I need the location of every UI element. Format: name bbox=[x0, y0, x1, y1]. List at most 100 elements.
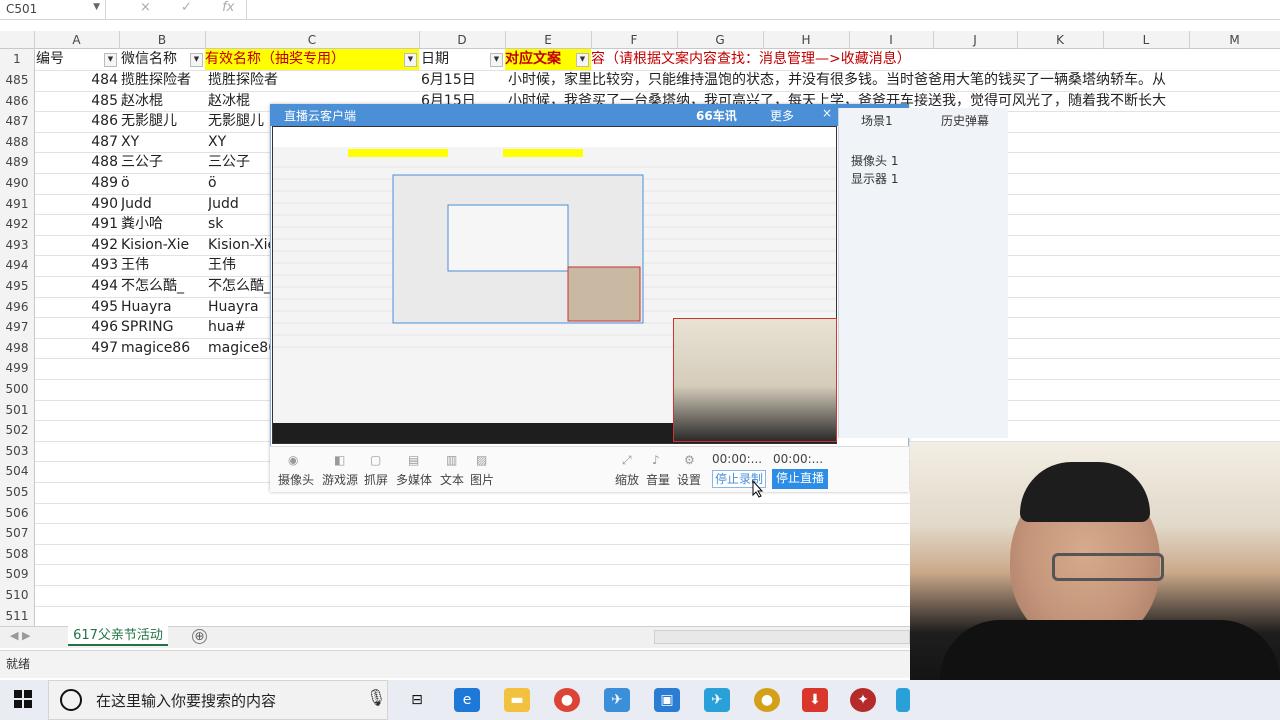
cortana-icon[interactable] bbox=[60, 689, 82, 711]
app-icon-red[interactable]: ✦ bbox=[850, 688, 876, 712]
cell-wechat-name[interactable]: 不怎么酷_ bbox=[121, 276, 205, 297]
cell-id[interactable]: 485 bbox=[34, 91, 120, 112]
cell-id[interactable] bbox=[34, 503, 120, 524]
cell-wechat-name[interactable]: SPRING bbox=[121, 317, 205, 338]
column-header-a[interactable]: A bbox=[34, 31, 120, 49]
cell-wechat-name[interactable]: 无影腿儿 bbox=[121, 111, 205, 132]
row-number[interactable]: 496 bbox=[0, 296, 35, 318]
cell-valid-name[interactable] bbox=[208, 606, 418, 627]
control-text[interactable]: 文本 bbox=[440, 471, 464, 488]
cell-wechat-name[interactable]: 赵冰棍 bbox=[121, 91, 205, 112]
control-image[interactable]: 图片 bbox=[470, 471, 494, 488]
column-header-m[interactable]: M bbox=[1189, 31, 1280, 49]
cell-id[interactable] bbox=[34, 420, 120, 441]
app-icon-coin[interactable]: ● bbox=[754, 688, 780, 712]
stop-live-button[interactable]: 停止直播 bbox=[772, 469, 828, 489]
cell-date[interactable] bbox=[421, 503, 505, 524]
cell-valid-name[interactable] bbox=[208, 523, 418, 544]
cell-id[interactable] bbox=[34, 400, 120, 421]
cell-id[interactable]: 486 bbox=[34, 111, 120, 132]
cell-wechat-name[interactable] bbox=[121, 441, 205, 462]
cell-id[interactable]: 494 bbox=[34, 276, 120, 297]
cell-id[interactable] bbox=[34, 585, 120, 606]
row-number[interactable]: 498 bbox=[0, 337, 35, 359]
app-icon-stream[interactable] bbox=[896, 688, 910, 712]
row-number[interactable]: 487 bbox=[0, 111, 35, 132]
row-number[interactable]: 497 bbox=[0, 317, 35, 338]
cell-id[interactable]: 493 bbox=[34, 255, 120, 276]
row-number[interactable]: 505 bbox=[0, 482, 35, 503]
cell-id[interactable] bbox=[34, 441, 120, 462]
cell-wechat-name[interactable] bbox=[121, 523, 205, 544]
column-header-i[interactable]: I bbox=[849, 31, 934, 49]
row-number[interactable]: 499 bbox=[0, 358, 35, 379]
row-number[interactable]: 500 bbox=[0, 379, 35, 400]
row-number[interactable]: 510 bbox=[0, 585, 35, 606]
camera-icon[interactable]: ◉ bbox=[288, 453, 298, 467]
cell-id[interactable] bbox=[34, 379, 120, 400]
close-icon[interactable]: × bbox=[822, 106, 832, 120]
volume-icon[interactable]: ♪ bbox=[652, 453, 660, 467]
cell-date[interactable] bbox=[421, 606, 505, 627]
cell-wechat-name[interactable] bbox=[121, 379, 205, 400]
cell-id[interactable] bbox=[34, 523, 120, 544]
cell-copy[interactable]: 小时候，家里比较穷，只能维持温饱的状态，并没有很多钱。当时爸爸用大笔的钱买了一辆… bbox=[508, 70, 1280, 91]
row-number[interactable]: 489 bbox=[0, 152, 35, 173]
column-header-d[interactable]: D bbox=[419, 31, 506, 49]
cell-date[interactable] bbox=[421, 544, 505, 565]
column-header-l[interactable]: L bbox=[1103, 31, 1190, 49]
media-icon[interactable]: ▤ bbox=[408, 453, 419, 467]
cell-wechat-name[interactable]: ö bbox=[121, 173, 205, 194]
cell-wechat-name[interactable]: 揽胜探险者 bbox=[121, 70, 205, 91]
download-icon[interactable]: ⬇ bbox=[802, 688, 828, 712]
add-sheet-icon[interactable]: ⊕ bbox=[192, 629, 207, 644]
formula-input[interactable] bbox=[246, 0, 1280, 19]
cell-date[interactable] bbox=[421, 523, 505, 544]
cell-wechat-name[interactable] bbox=[121, 420, 205, 441]
cell-wechat-name[interactable] bbox=[121, 482, 205, 503]
name-box[interactable]: C501 ▼ bbox=[0, 0, 106, 19]
more-menu[interactable]: 更多 bbox=[770, 107, 794, 124]
cell-wechat-name[interactable]: Huayra bbox=[121, 297, 205, 318]
filter-dropdown-icon[interactable]: ▼ bbox=[190, 53, 203, 67]
microphone-icon[interactable]: 🎙 bbox=[366, 688, 386, 707]
image-icon[interactable]: ▨ bbox=[476, 453, 487, 467]
control-volume[interactable]: 音量 bbox=[646, 471, 670, 488]
control-game-source[interactable]: 游戏源 bbox=[322, 471, 358, 488]
cell-id[interactable]: 495 bbox=[34, 297, 120, 318]
cell-id[interactable]: 488 bbox=[34, 152, 120, 173]
cell-id[interactable]: 492 bbox=[34, 235, 120, 256]
control-camera[interactable]: 摄像头 bbox=[278, 471, 314, 488]
cell-wechat-name[interactable]: 王伟 bbox=[121, 255, 205, 276]
cell-valid-name[interactable] bbox=[208, 564, 418, 585]
cancel-icon[interactable]: × bbox=[140, 0, 151, 15]
chrome-icon[interactable]: ● bbox=[554, 688, 580, 712]
column-header-b[interactable]: B bbox=[119, 31, 206, 49]
column-header-j[interactable]: J bbox=[933, 31, 1018, 49]
row-number[interactable]: 485 bbox=[0, 70, 35, 91]
cell-wechat-name[interactable]: XY bbox=[121, 132, 205, 153]
row-number[interactable]: 502 bbox=[0, 420, 35, 441]
cell-id[interactable]: 496 bbox=[34, 317, 120, 338]
cell-id[interactable]: 497 bbox=[34, 338, 120, 359]
control-settings[interactable]: 设置 bbox=[677, 471, 701, 488]
text-icon[interactable]: ▥ bbox=[446, 453, 457, 467]
column-header-e[interactable]: E bbox=[505, 31, 592, 49]
column-header-k[interactable]: K bbox=[1017, 31, 1104, 49]
confirm-icon[interactable]: ✓ bbox=[181, 0, 192, 15]
control-screen-capture[interactable]: 抓屏 bbox=[364, 471, 388, 488]
sheet-tab[interactable]: 617父亲节活动 bbox=[68, 626, 168, 646]
cell-wechat-name[interactable]: Kision-Xie bbox=[121, 235, 205, 256]
cell-date[interactable]: 6月15日 bbox=[421, 70, 505, 91]
filter-dropdown-icon[interactable]: ▼ bbox=[404, 53, 417, 67]
column-header-c[interactable]: C bbox=[205, 31, 420, 49]
row-number[interactable]: 508 bbox=[0, 543, 35, 565]
row-number[interactable]: 488 bbox=[0, 131, 35, 153]
cell-id[interactable]: 491 bbox=[34, 214, 120, 235]
cell-wechat-name[interactable]: 三公子 bbox=[121, 152, 205, 173]
cell-wechat-name[interactable]: magice86 bbox=[121, 338, 205, 359]
row-number[interactable]: 495 bbox=[0, 276, 35, 297]
app-icon-plane[interactable]: ✈ bbox=[704, 688, 730, 712]
cell-wechat-name[interactable] bbox=[121, 606, 205, 627]
cell-valid-name[interactable] bbox=[208, 585, 418, 606]
